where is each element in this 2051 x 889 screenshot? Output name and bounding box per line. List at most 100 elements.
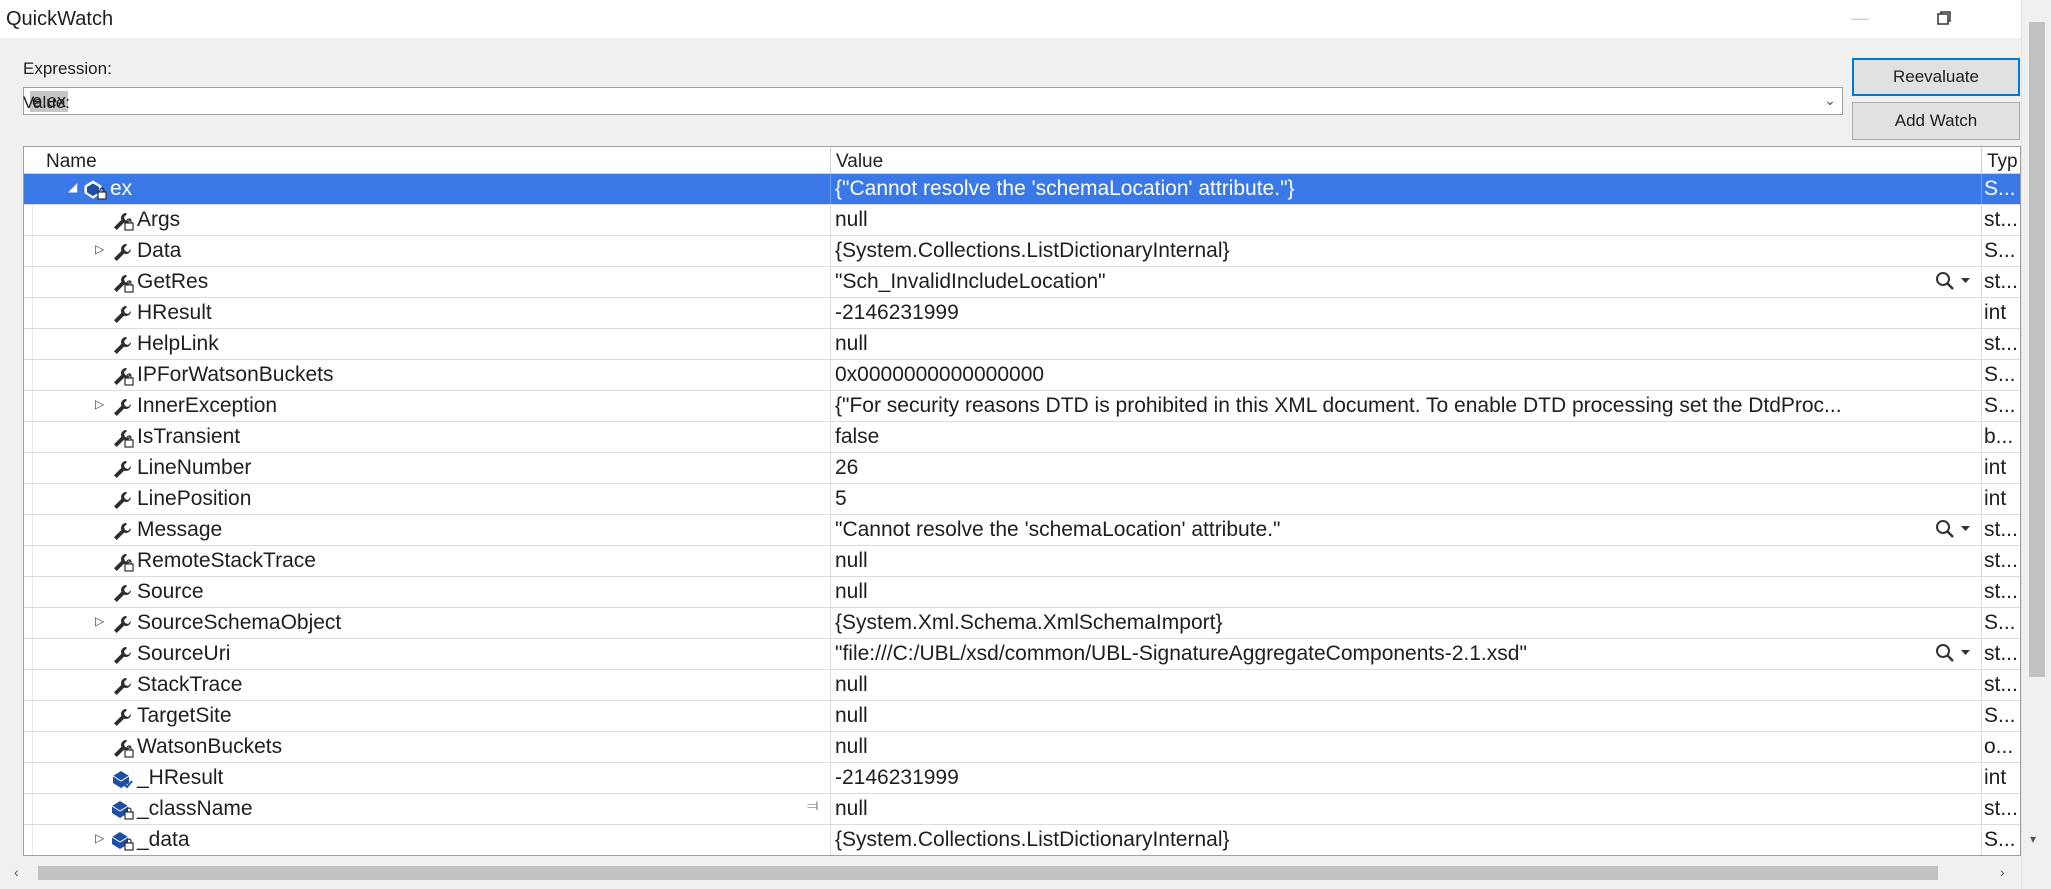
- name-cell[interactable]: StackTrace: [24, 670, 830, 700]
- value-cell[interactable]: "Cannot resolve the 'schemaLocation' att…: [835, 518, 1995, 542]
- type-cell[interactable]: st...: [1984, 332, 2020, 356]
- table-row[interactable]: WatsonBuckets null o...: [24, 732, 2020, 763]
- table-row[interactable]: ▷ _data {System.Collections.ListDictionary…: [24, 825, 2020, 855]
- value-cell[interactable]: {"Cannot resolve the 'schemaLocation' at…: [835, 177, 1995, 201]
- type-cell[interactable]: int: [1984, 456, 2020, 480]
- table-row[interactable]: StackTrace null st...: [24, 670, 2020, 701]
- value-cell[interactable]: null: [835, 208, 1995, 232]
- type-cell[interactable]: int: [1984, 301, 2020, 325]
- collapse-arrow-icon[interactable]: ◢: [68, 180, 77, 194]
- table-row[interactable]: LineNumber 26 int: [24, 453, 2020, 484]
- table-row[interactable]: HResult -2146231999 int: [24, 298, 2020, 329]
- table-row[interactable]: _HResult -2146231999 int: [24, 763, 2020, 794]
- name-cell[interactable]: ▷ InnerException: [24, 391, 830, 421]
- value-cell[interactable]: null: [835, 797, 1995, 821]
- scroll-left-icon[interactable]: ‹: [14, 864, 19, 880]
- value-cell[interactable]: 5: [835, 487, 1995, 511]
- name-cell[interactable]: _className ⫤: [24, 794, 830, 824]
- table-row[interactable]: ▷ SourceSchemaObject {System.Xml.Schema.Xm…: [24, 608, 2020, 639]
- value-cell[interactable]: 26: [835, 456, 1995, 480]
- type-cell[interactable]: S...: [1984, 704, 2020, 728]
- value-cell[interactable]: null: [835, 332, 1995, 356]
- vertical-scroll-thumb[interactable]: [2029, 22, 2045, 677]
- name-cell[interactable]: SourceUri: [24, 639, 830, 669]
- name-cell[interactable]: LinePosition: [24, 484, 830, 514]
- name-cell[interactable]: ▷ Data: [24, 236, 830, 266]
- expression-combobox[interactable]: e.ex ⌄: [23, 87, 1843, 115]
- type-cell[interactable]: b...: [1984, 425, 2020, 449]
- column-divider[interactable]: [1981, 147, 1982, 174]
- table-row[interactable]: Args null st...: [24, 205, 2020, 236]
- table-row[interactable]: IsTransient false b...: [24, 422, 2020, 453]
- horizontal-scrollbar[interactable]: ‹ ›: [0, 856, 2021, 889]
- type-cell[interactable]: o...: [1984, 735, 2020, 759]
- name-cell[interactable]: IsTransient: [24, 422, 830, 452]
- type-cell[interactable]: S...: [1984, 177, 2020, 201]
- name-cell[interactable]: WatsonBuckets: [24, 732, 830, 762]
- name-cell[interactable]: Args: [24, 205, 830, 235]
- name-cell[interactable]: LineNumber: [24, 453, 830, 483]
- column-header-value[interactable]: Value: [836, 151, 883, 173]
- value-cell[interactable]: false: [835, 425, 1995, 449]
- scroll-right-icon[interactable]: ›: [2000, 864, 2005, 880]
- type-cell[interactable]: st...: [1984, 580, 2020, 604]
- type-cell[interactable]: st...: [1984, 642, 2020, 666]
- table-row[interactable]: RemoteStackTrace null st...: [24, 546, 2020, 577]
- column-divider[interactable]: [830, 147, 831, 174]
- type-cell[interactable]: st...: [1984, 673, 2020, 697]
- value-cell[interactable]: {System.Collections.ListDictionaryIntern…: [835, 239, 1995, 263]
- name-cell[interactable]: HelpLink: [24, 329, 830, 359]
- value-cell[interactable]: null: [835, 580, 1995, 604]
- value-cell[interactable]: null: [835, 549, 1995, 573]
- text-visualizer-icon[interactable]: [1934, 642, 1974, 669]
- column-header-type[interactable]: Typ: [1987, 151, 2018, 173]
- type-cell[interactable]: st...: [1984, 797, 2020, 821]
- name-cell[interactable]: TargetSite: [24, 701, 830, 731]
- value-cell[interactable]: {System.Xml.Schema.XmlSchemaImport}: [835, 611, 1995, 635]
- type-cell[interactable]: S...: [1984, 611, 2020, 635]
- value-cell[interactable]: null: [835, 673, 1995, 697]
- value-cell[interactable]: "file:///C:/UBL/xsd/common/UBL-Signature…: [835, 642, 1995, 666]
- value-cell[interactable]: {"For security reasons DTD is prohibited…: [835, 394, 1995, 418]
- type-cell[interactable]: S...: [1984, 394, 2020, 418]
- table-row[interactable]: HelpLink null st...: [24, 329, 2020, 360]
- table-row[interactable]: ◢ ex {"Cannot resolve the 'schemaLocation'…: [24, 174, 2020, 205]
- expand-arrow-icon[interactable]: ▷: [95, 397, 104, 411]
- expand-arrow-icon[interactable]: ▷: [95, 242, 104, 256]
- scroll-down-icon[interactable]: ▾: [2030, 832, 2036, 846]
- table-row[interactable]: SourceUri "file:///C:/UBL/xsd/common/UBL-…: [24, 639, 2020, 670]
- text-visualizer-icon[interactable]: [1934, 518, 1974, 545]
- name-cell[interactable]: RemoteStackTrace: [24, 546, 830, 576]
- name-cell[interactable]: _HResult: [24, 763, 830, 793]
- pin-icon[interactable]: ⫤: [807, 797, 818, 814]
- value-cell[interactable]: 0x0000000000000000: [835, 363, 1995, 387]
- name-cell[interactable]: IPForWatsonBuckets: [24, 360, 830, 390]
- table-row[interactable]: IPForWatsonBuckets 0x0000000000000000 S...: [24, 360, 2020, 391]
- value-cell[interactable]: -2146231999: [835, 766, 1995, 790]
- type-cell[interactable]: st...: [1984, 549, 2020, 573]
- table-row[interactable]: Source null st...: [24, 577, 2020, 608]
- name-cell[interactable]: ▷ SourceSchemaObject: [24, 608, 830, 638]
- expand-arrow-icon[interactable]: ▷: [95, 614, 104, 628]
- add-watch-button[interactable]: Add Watch: [1852, 102, 2020, 140]
- type-cell[interactable]: S...: [1984, 239, 2020, 263]
- type-cell[interactable]: st...: [1984, 518, 2020, 542]
- table-row[interactable]: ▷ Data {System.Collections.ListDictionaryI…: [24, 236, 2020, 267]
- value-cell[interactable]: {System.Collections.ListDictionaryIntern…: [835, 828, 1995, 852]
- type-cell[interactable]: st...: [1984, 208, 2020, 232]
- type-cell[interactable]: st...: [1984, 270, 2020, 294]
- table-row[interactable]: _className ⫤ null st...: [24, 794, 2020, 825]
- type-cell[interactable]: S...: [1984, 363, 2020, 387]
- column-header-name[interactable]: Name: [46, 151, 97, 173]
- name-cell[interactable]: Message: [24, 515, 830, 545]
- table-row[interactable]: Message "Cannot resolve the 'schemaLocati…: [24, 515, 2020, 546]
- type-cell[interactable]: int: [1984, 487, 2020, 511]
- value-cell[interactable]: null: [835, 735, 1995, 759]
- horizontal-scroll-thumb[interactable]: [38, 866, 1938, 880]
- expand-arrow-icon[interactable]: ▷: [95, 831, 104, 845]
- type-cell[interactable]: int: [1984, 766, 2020, 790]
- name-cell[interactable]: HResult: [24, 298, 830, 328]
- table-row[interactable]: TargetSite null S...: [24, 701, 2020, 732]
- table-row[interactable]: ▷ InnerException {"For security reasons DT…: [24, 391, 2020, 422]
- value-cell[interactable]: null: [835, 704, 1995, 728]
